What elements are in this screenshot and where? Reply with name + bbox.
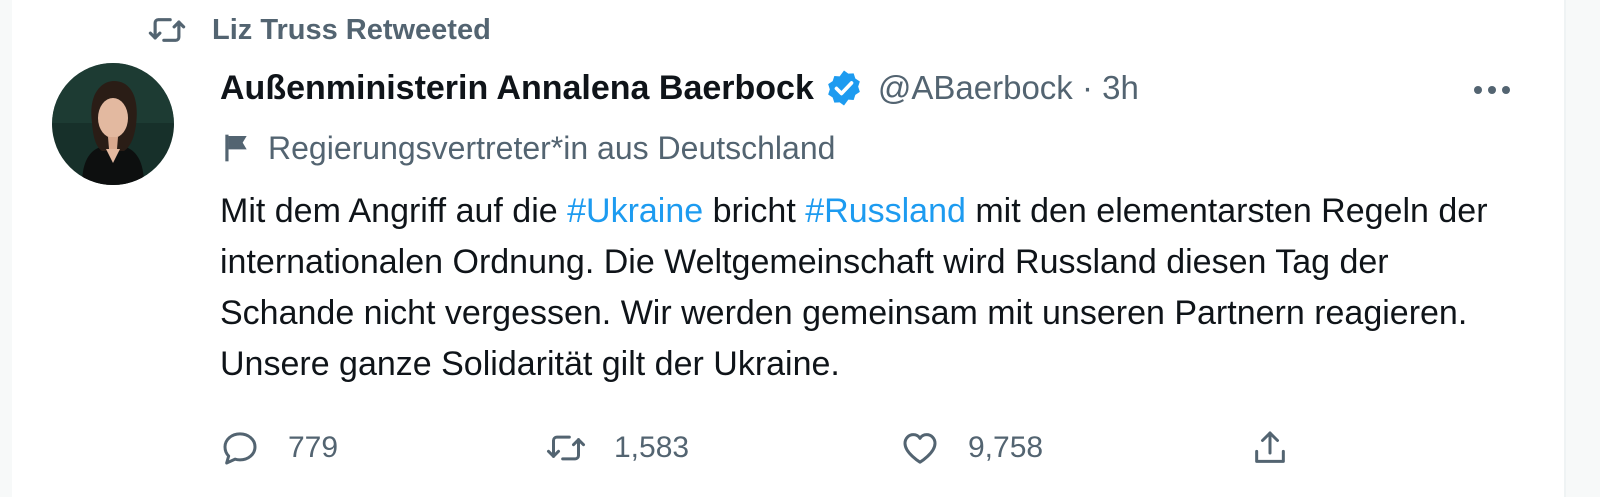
more-options-button[interactable] — [1462, 70, 1522, 110]
tweet-text: Mit dem Angriff auf die #Ukraine bricht … — [220, 186, 1520, 390]
author-handle-time[interactable]: @ABaerbock · 3h — [878, 69, 1139, 107]
like-button[interactable]: 9,758 — [900, 420, 1043, 476]
reply-icon — [223, 432, 257, 465]
more-dots-icon — [1474, 86, 1510, 94]
hashtag-link[interactable]: #Ukraine — [567, 192, 703, 230]
hashtag-link[interactable]: #Russland — [805, 192, 966, 230]
action-bar: 779 1,583 9,758 — [220, 420, 1320, 476]
author-name[interactable]: Außenministerin Annalena Baerbock — [220, 69, 814, 108]
retweet-icon — [547, 435, 585, 461]
verified-badge-icon — [828, 70, 860, 106]
tweet-text-part: bricht — [703, 192, 806, 230]
retweet-context[interactable]: Liz Truss Retweeted — [148, 10, 491, 50]
tweet-header: Außenministerin Annalena Baerbock @ABaer… — [220, 64, 1139, 112]
tweet-card[interactable]: Liz Truss Retweeted Außenministerin Anna… — [12, 0, 1566, 497]
retweet-icon — [148, 18, 186, 42]
share-button[interactable] — [1250, 420, 1290, 476]
avatar[interactable] — [52, 63, 174, 185]
retweet-count: 1,583 — [614, 431, 690, 464]
flag-icon — [225, 134, 247, 162]
account-label-text: Regierungsvertreter*in aus Deutschland — [268, 129, 836, 166]
retweeted-by-text: Liz Truss Retweeted — [212, 13, 491, 46]
share-icon — [1255, 431, 1285, 463]
retweet-button[interactable]: 1,583 — [546, 420, 689, 476]
account-label: Regierungsvertreter*in aus Deutschland — [220, 126, 835, 170]
heart-icon — [903, 433, 937, 464]
tweet-text-part: Mit dem Angriff auf die — [220, 192, 568, 230]
reply-button[interactable]: 779 — [220, 420, 338, 476]
like-count: 9,758 — [968, 431, 1044, 464]
reply-count: 779 — [288, 431, 339, 464]
